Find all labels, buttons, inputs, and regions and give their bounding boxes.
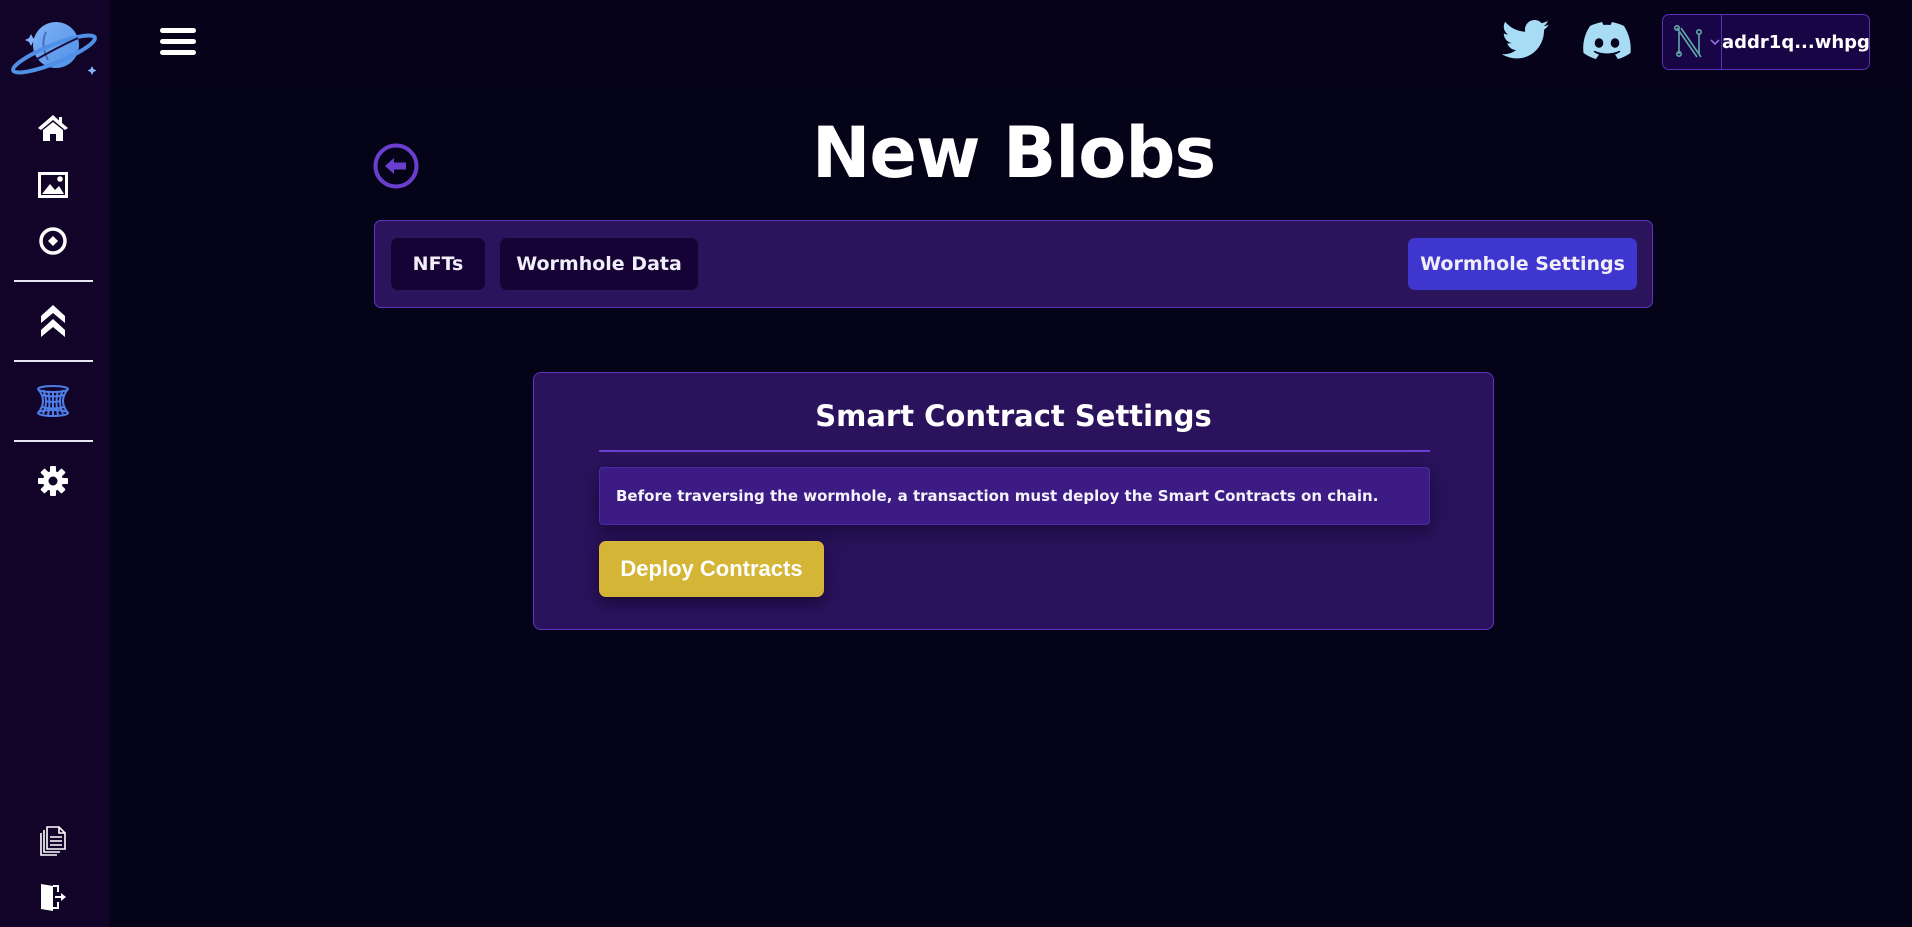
double-chevron-up-icon [41, 305, 65, 337]
chevron-down-icon [1710, 39, 1720, 46]
sidebar-item-wormhole[interactable] [35, 383, 71, 419]
hamburger-icon-bar [160, 39, 196, 44]
wallet-button[interactable]: addr1q...whpg [1662, 14, 1870, 70]
sidebar-item-mint[interactable] [35, 223, 71, 259]
sidebar-item-gallery[interactable] [35, 167, 71, 203]
discord-link[interactable] [1582, 20, 1632, 62]
gear-icon [38, 466, 68, 496]
tab-wormhole-data[interactable]: Wormhole Data [500, 238, 698, 290]
smart-contract-settings-card: Smart Contract Settings Before traversin… [533, 372, 1494, 630]
page-title: New Blobs [811, 112, 1216, 194]
sidebar-divider [14, 360, 93, 362]
sidebar-item-logout[interactable] [35, 879, 71, 915]
network-selector[interactable] [1663, 15, 1722, 69]
wormhole-icon [37, 385, 69, 417]
tab-wormhole-settings[interactable]: Wormhole Settings [1408, 238, 1637, 290]
planet-logo[interactable] [8, 18, 100, 78]
sidebar-item-upgrade[interactable] [35, 303, 71, 339]
twitter-link[interactable] [1501, 20, 1552, 62]
image-icon [38, 172, 68, 198]
sidebar-divider [14, 280, 93, 282]
card-divider [599, 450, 1430, 452]
card-title: Smart Contract Settings [815, 399, 1212, 433]
top-bar [110, 0, 1912, 84]
hamburger-menu-button[interactable] [160, 28, 196, 56]
tab-nfts[interactable]: NFTs [391, 238, 485, 290]
wallet-address: addr1q...whpg [1722, 31, 1870, 53]
hamburger-icon [160, 28, 196, 33]
sidebar [0, 0, 110, 927]
sidebar-item-home[interactable] [35, 110, 71, 146]
sidebar-item-settings[interactable] [35, 463, 71, 499]
documents-icon [40, 826, 66, 856]
hamburger-icon-bar [160, 50, 196, 55]
nami-n-icon [1673, 24, 1702, 58]
home-icon [38, 115, 68, 141]
deploy-contracts-button[interactable]: Deploy Contracts [599, 541, 824, 597]
logout-icon [41, 884, 66, 911]
deploy-notice: Before traversing the wormhole, a transa… [599, 467, 1430, 525]
discord-icon [1583, 22, 1631, 59]
sidebar-item-docs[interactable] [35, 823, 71, 859]
sidebar-divider [14, 440, 93, 442]
twitter-icon [1501, 20, 1550, 59]
tab-bar: NFTs Wormhole Data Wormhole Settings [374, 220, 1653, 308]
circle-dot-icon [39, 227, 67, 255]
